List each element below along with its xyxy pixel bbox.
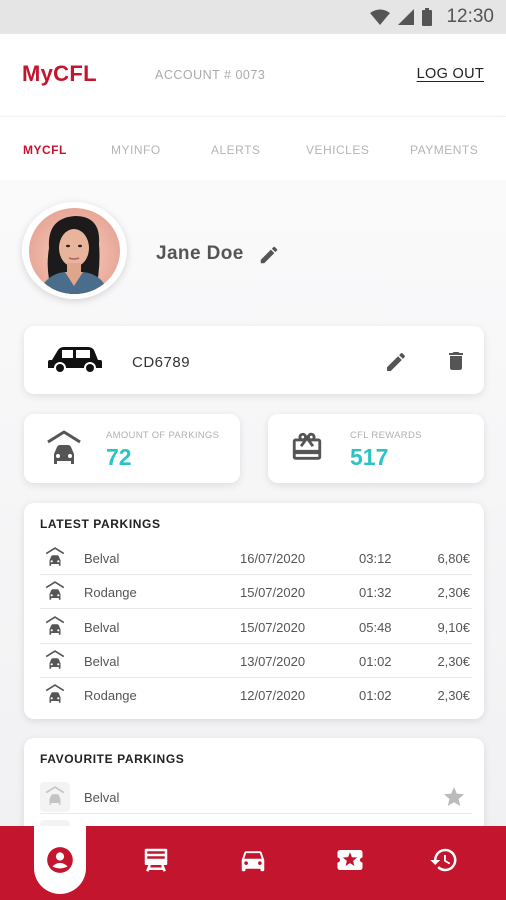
table-row[interactable]: Belval 16/07/2020 03:12 6,80€: [40, 541, 472, 575]
parkings-count-label: AMOUNT OF PARKINGS: [106, 430, 220, 441]
parking-icon: [44, 581, 66, 603]
bottom-nav: [0, 826, 506, 900]
parking-place: Belval: [84, 551, 120, 566]
nav-car[interactable]: [233, 840, 273, 880]
parking-duration: 01:02: [359, 653, 392, 669]
parking-date: 15/07/2020: [240, 585, 306, 601]
rewards-label: CFL REWARDS: [350, 430, 422, 441]
avatar-photo: [29, 207, 120, 294]
nav-history[interactable]: [424, 840, 464, 880]
avatar[interactable]: [22, 202, 127, 299]
latest-parkings-card: LATEST PARKINGS Belval 16/07/2020 03:12 6,8…: [24, 503, 484, 719]
parking-price: 2,30€: [437, 653, 470, 669]
tab-payments[interactable]: PAYMENTS: [410, 143, 478, 157]
nav-account[interactable]: [40, 840, 80, 880]
parking-icon: [44, 650, 66, 672]
history-icon: [430, 848, 457, 872]
table-row[interactable]: Belval 13/07/2020 01:02 2,30€: [40, 644, 472, 678]
parking-duration: 05:48: [359, 619, 392, 635]
nav-tickets[interactable]: [330, 840, 370, 880]
vehicle-card[interactable]: CD6789: [24, 326, 484, 394]
parking-price: 2,30€: [437, 688, 470, 704]
account-icon: [47, 847, 73, 873]
logout-link[interactable]: LOG OUT: [417, 66, 484, 82]
table-row[interactable]: Belval 15/07/2020 05:48 9,10€: [40, 610, 472, 644]
favourite-parkings-title: FAVOURITE PARKINGS: [40, 752, 185, 766]
parking-icon: [45, 786, 65, 805]
parking-price: 2,30€: [437, 585, 470, 601]
main-content: Jane Doe CD6789 AMOUNT OF PARKINGS 72 CF…: [0, 180, 506, 826]
tab-bar: MYCFL MYINFO ALERTS VEHICLES PAYMENTS: [0, 116, 506, 180]
nav-train[interactable]: [136, 840, 176, 880]
parkings-count-card[interactable]: AMOUNT OF PARKINGS 72: [24, 414, 240, 483]
battery-icon: [422, 8, 433, 26]
parking-duration: 03:12: [359, 551, 392, 566]
delete-vehicle-icon[interactable]: [444, 349, 468, 373]
parking-icon: [44, 547, 66, 569]
parking-duration: 01:32: [359, 585, 392, 601]
parking-place: Rodange: [84, 585, 137, 601]
parking-duration: 01:02: [359, 688, 392, 704]
app-header: MyCFL ACCOUNT # 0073 LOG OUT: [0, 34, 506, 116]
train-icon: [144, 848, 168, 872]
ticket-star-icon: [337, 850, 363, 870]
parking-date: 15/07/2020: [240, 619, 306, 635]
parking-place: Belval: [84, 653, 120, 669]
parking-price: 9,10€: [437, 619, 470, 635]
status-bar: 12:30: [0, 0, 506, 34]
wifi-icon: [370, 9, 391, 25]
car-icon: [48, 347, 102, 374]
parking-date: 16/07/2020: [240, 551, 306, 566]
parkings-count-value: 72: [106, 444, 132, 470]
gift-icon: [292, 432, 322, 460]
latest-parkings-title: LATEST PARKINGS: [40, 517, 161, 531]
table-row[interactable]: Rodange 12/07/2020 01:02 2,30€: [40, 678, 472, 712]
tab-mycfl[interactable]: MYCFL: [23, 143, 67, 157]
signal-icon: [398, 9, 415, 25]
parking-icon: [44, 615, 66, 638]
tab-myinfo[interactable]: MYINFO: [111, 143, 161, 157]
parking-icon-bg: [40, 782, 70, 812]
brand-logo: MyCFL: [22, 61, 97, 86]
parking-place: Rodange: [84, 688, 137, 704]
tab-vehicles[interactable]: VEHICLES: [306, 143, 369, 157]
status-time: 12:30: [446, 6, 494, 27]
parking-garage-icon: [47, 430, 81, 464]
parking-date: 13/07/2020: [240, 653, 306, 669]
edit-name-icon[interactable]: [258, 244, 280, 266]
tab-alerts[interactable]: ALERTS: [211, 143, 260, 157]
favourite-row[interactable]: Belval: [40, 780, 472, 814]
user-name: Jane Doe: [156, 243, 244, 264]
parking-date: 12/07/2020: [240, 688, 306, 704]
table-row[interactable]: Rodange 15/07/2020 01:32 2,30€: [40, 575, 472, 610]
rewards-value: 517: [350, 444, 389, 470]
star-icon[interactable]: [442, 785, 466, 809]
parking-place: Belval: [84, 619, 120, 635]
favourite-place: Belval: [84, 790, 120, 805]
parking-price: 6,80€: [437, 551, 470, 566]
parking-icon: [44, 684, 66, 706]
account-number: ACCOUNT # 0073: [155, 68, 266, 82]
edit-vehicle-icon[interactable]: [384, 350, 408, 374]
favourite-parkings-card: FAVOURITE PARKINGS Belval: [24, 738, 484, 826]
car-icon: [241, 851, 265, 872]
vehicle-plate: CD6789: [132, 354, 191, 371]
rewards-card[interactable]: CFL REWARDS 517: [268, 414, 484, 483]
